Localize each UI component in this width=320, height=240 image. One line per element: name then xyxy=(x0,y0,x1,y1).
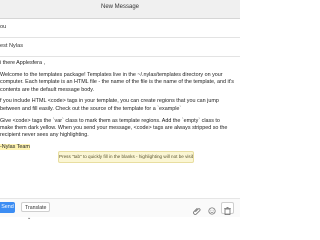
compose-action-bar: Send Translate ⌄ xyxy=(0,198,240,221)
translate-dropdown[interactable]: Translate ⌄ xyxy=(21,202,50,221)
trash-icon[interactable] xyxy=(221,202,234,215)
to-field[interactable]: ou xyxy=(0,19,240,38)
window-titlebar: New Message xyxy=(0,0,240,19)
paperclip-icon[interactable] xyxy=(192,207,202,217)
body-paragraph-2: f you include HTML <code> tags in your t… xyxy=(0,98,219,112)
to-field-value[interactable]: ou xyxy=(0,24,6,30)
send-button[interactable]: Send xyxy=(0,202,15,213)
greeting-line: i there Applesfera , xyxy=(0,60,45,66)
subject-field[interactable]: est Nylas xyxy=(0,38,240,57)
right-tools xyxy=(192,202,234,215)
subject-field-value[interactable]: est Nylas xyxy=(0,43,23,49)
body-paragraph-1: Welcome to the templates package! Templa… xyxy=(0,71,234,93)
translate-label: Translate xyxy=(25,205,47,211)
template-hint-banner: Press "tab" to quickly fill in the blank… xyxy=(58,151,194,163)
body-paragraph-3: Give <code> tags the `var` class to mark… xyxy=(0,117,228,139)
message-body[interactable]: i there Applesfera , Welcome to the temp… xyxy=(0,60,234,156)
chevron-down-icon: ⌄ xyxy=(27,215,32,221)
emoji-icon[interactable] xyxy=(207,207,217,217)
window-title: New Message xyxy=(100,4,139,10)
